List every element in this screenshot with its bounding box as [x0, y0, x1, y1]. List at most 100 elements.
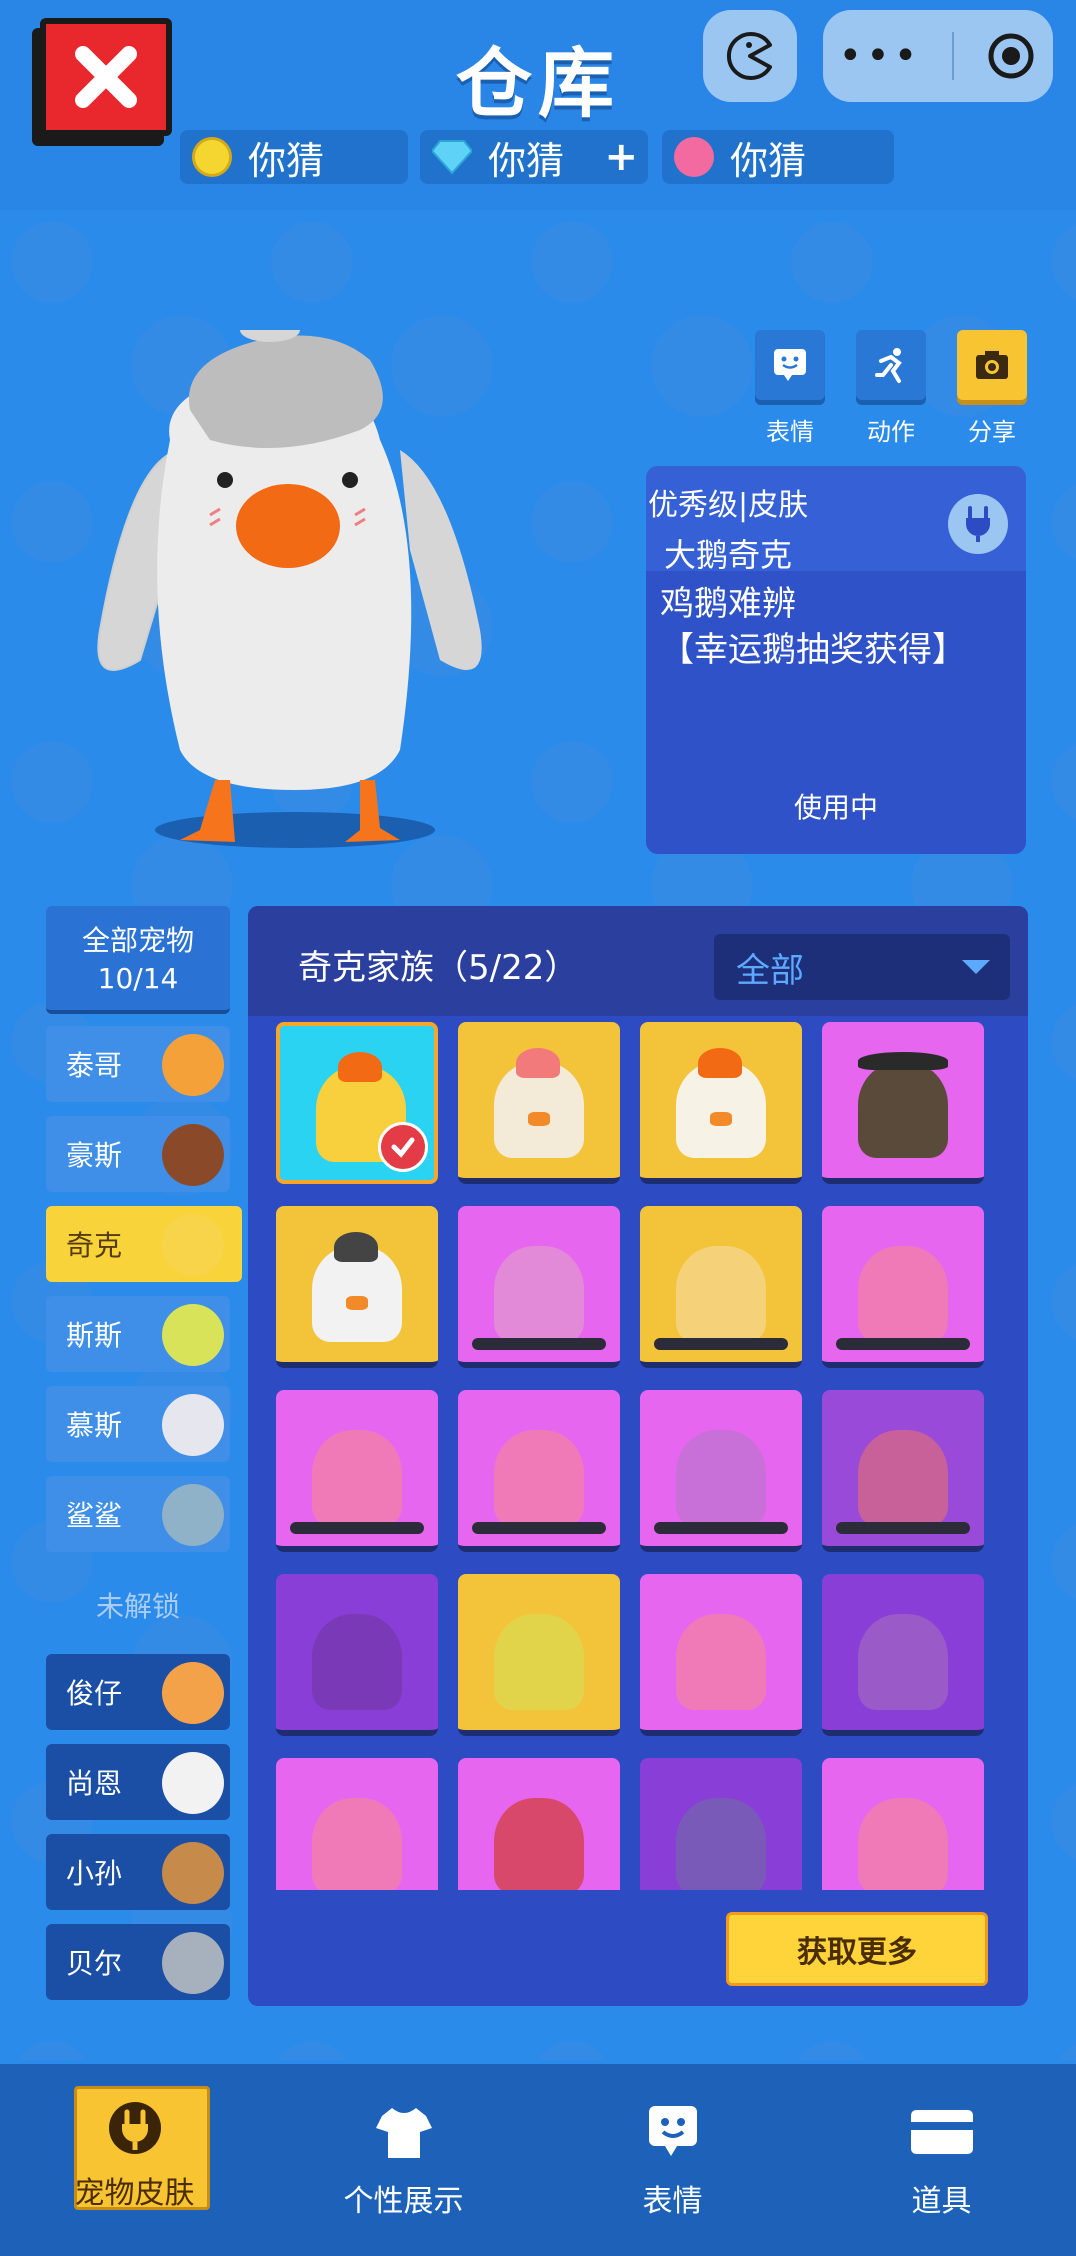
skin-image	[494, 1246, 584, 1342]
skin-description: 鸡鹅难辨 【幸运鹅抽奖获得】	[646, 571, 1026, 673]
header: 仓库 ••• 你猜 你猜 + 你猜	[0, 0, 1076, 210]
nav-pet-skins[interactable]: 宠物皮肤	[0, 2064, 269, 2256]
action-button[interactable]: 动作	[856, 330, 926, 447]
emote-button[interactable]: 表情	[755, 330, 825, 447]
skin-tile-locked[interactable]	[822, 1574, 984, 1736]
locked-bar	[472, 1338, 606, 1350]
locked-bar	[654, 1338, 788, 1350]
skin-image	[858, 1614, 948, 1710]
category-item-junzai[interactable]: 俊仔	[46, 1654, 230, 1730]
more-icon[interactable]: •••	[839, 33, 922, 79]
skin-tile-locked[interactable]	[640, 1390, 802, 1552]
category-item-haosi[interactable]: 豪斯	[46, 1116, 230, 1192]
plague-doctor-skin-image	[858, 1062, 948, 1158]
nav-label: 宠物皮肤	[74, 2176, 195, 2211]
currency-diamonds: 你猜 +	[420, 130, 648, 184]
shiba-avatar	[162, 1662, 224, 1724]
seal-avatar	[162, 1932, 224, 1994]
skin-tile[interactable]	[640, 1022, 802, 1184]
plug-icon	[100, 2098, 170, 2158]
chick-avatar	[162, 1214, 224, 1276]
category-all-count: 10/14	[97, 962, 179, 995]
skin-tile-locked[interactable]	[458, 1206, 620, 1368]
category-all-pets[interactable]: 全部宠物 10/14	[46, 906, 230, 1014]
skin-tile-locked[interactable]	[822, 1206, 984, 1368]
hat	[858, 1052, 948, 1070]
skin-tile-locked[interactable]	[276, 1574, 438, 1736]
camera-icon	[957, 330, 1027, 400]
skin-grid	[276, 1022, 1000, 1890]
nav-emotes[interactable]: 表情	[538, 2064, 807, 2256]
skin-info-card: 优秀级|皮肤 大鹅奇克 鸡鹅难辨 【幸运鹅抽奖获得】 使用中	[646, 466, 1026, 854]
category-item-musi[interactable]: 慕斯	[46, 1386, 230, 1462]
share-button[interactable]: 分享	[957, 330, 1027, 447]
emote-label: 表情	[766, 418, 814, 446]
nav-personal-display[interactable]: 个性展示	[269, 2064, 538, 2256]
exit-circle-icon[interactable]	[985, 30, 1037, 82]
category-item-sisi[interactable]: 斯斯	[46, 1296, 230, 1372]
skin-status: 使用中	[793, 791, 878, 824]
skin-tile-selected[interactable]	[276, 1022, 438, 1184]
category-all-label: 全部宠物	[81, 924, 194, 957]
skin-tile-locked[interactable]	[822, 1758, 984, 1890]
skin-tile-locked[interactable]	[640, 1574, 802, 1736]
family-title: 奇克家族（5/22）	[298, 948, 579, 988]
currency-value: 你猜	[488, 138, 565, 183]
skin-tile-locked[interactable]	[458, 1390, 620, 1552]
tiger-avatar	[162, 1034, 224, 1096]
skin-tile-locked[interactable]	[640, 1206, 802, 1368]
beak	[528, 1112, 550, 1126]
plug-icon	[948, 494, 1008, 554]
panel-header: 奇克家族（5/22） 全部	[248, 906, 1028, 1016]
nav-items[interactable]: 道具	[807, 2064, 1076, 2256]
action-label: 动作	[867, 418, 915, 446]
filter-dropdown[interactable]: 全部	[714, 934, 1010, 1000]
shark-avatar	[162, 1484, 224, 1546]
skin-image	[494, 1614, 584, 1710]
emoji-icon	[638, 2102, 708, 2162]
locked-bar	[836, 1522, 970, 1534]
skin-tile[interactable]	[458, 1022, 620, 1184]
category-label: 俊仔	[66, 1677, 123, 1710]
category-item-beier[interactable]: 贝尔	[46, 1924, 230, 2000]
category-label: 奇克	[66, 1229, 123, 1262]
checkmark-icon	[378, 1122, 428, 1172]
skin-image	[312, 1614, 402, 1710]
get-more-button[interactable]: 获取更多	[726, 1912, 988, 1986]
skin-description-line1: 鸡鹅难辨	[660, 584, 796, 624]
beak	[346, 1296, 368, 1310]
locked-bar	[836, 1338, 970, 1350]
category-item-shangen[interactable]: 尚恩	[46, 1744, 230, 1820]
add-diamond-button[interactable]: +	[604, 134, 638, 180]
game-menu-button[interactable]	[703, 10, 797, 102]
category-item-qike[interactable]: 奇克	[46, 1206, 242, 1282]
crest	[338, 1052, 382, 1082]
shirt-icon	[369, 2102, 439, 2162]
category-item-xiaosun[interactable]: 小孙	[46, 1834, 230, 1910]
share-label: 分享	[968, 418, 1016, 446]
currency-value: 你猜	[248, 138, 325, 183]
skin-tile-locked[interactable]	[458, 1574, 620, 1736]
skin-image	[858, 1430, 948, 1526]
currency-value: 你猜	[730, 138, 807, 183]
category-label: 斯斯	[66, 1319, 123, 1352]
locked-bar	[472, 1522, 606, 1534]
skin-image	[676, 1246, 766, 1342]
skin-tile[interactable]	[276, 1206, 438, 1368]
skin-tile-locked[interactable]	[458, 1758, 620, 1890]
skin-tile-locked[interactable]	[276, 1390, 438, 1552]
locked-section-title: 未解锁	[95, 1590, 180, 1623]
skin-image	[676, 1798, 766, 1890]
skin-tile[interactable]	[822, 1022, 984, 1184]
category-item-shasha[interactable]: 鲨鲨	[46, 1476, 230, 1552]
skin-tile-locked[interactable]	[822, 1390, 984, 1552]
skin-image	[494, 1430, 584, 1526]
category-item-taige[interactable]: 泰哥	[46, 1026, 230, 1102]
crest	[334, 1232, 378, 1262]
skin-tile-locked[interactable]	[640, 1758, 802, 1890]
snake-avatar	[162, 1304, 224, 1366]
emoji-icon	[755, 330, 825, 400]
skin-tile-locked[interactable]	[276, 1758, 438, 1890]
category-label: 鲨鲨	[66, 1499, 123, 1532]
horse-avatar	[162, 1124, 224, 1186]
